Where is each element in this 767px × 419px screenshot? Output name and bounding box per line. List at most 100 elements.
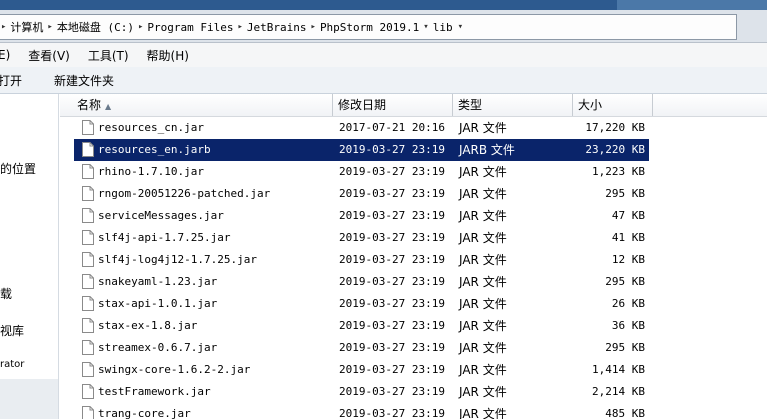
file-date: 2019-03-27 23:19 <box>339 187 445 200</box>
file-icon <box>82 252 94 267</box>
file-row[interactable]: rngom-20051226-patched.jar 2019-03-27 23:… <box>74 183 649 205</box>
file-type: JAR 文件 <box>459 275 507 289</box>
file-row[interactable]: streamex-0.6.7.jar 2019-03-27 23:19 JAR 文件… <box>74 337 649 359</box>
file-row[interactable]: stax-api-1.0.1.jar 2019-03-27 23:19 JAR 文件… <box>74 293 649 315</box>
breadcrumb-program-files[interactable]: Program Files <box>144 21 236 34</box>
file-row[interactable]: resources_cn.jar 2017-07-21 20:16 JAR 文件 17… <box>74 117 649 139</box>
file-size: 23,220 KB <box>585 143 645 156</box>
file-type: JAR 文件 <box>459 385 507 399</box>
chevron-right-icon[interactable]: ▸ <box>137 22 144 32</box>
file-icon <box>82 384 94 399</box>
menu-edit[interactable]: E) <box>0 47 12 63</box>
chevron-right-icon[interactable]: ▸ <box>236 22 243 32</box>
file-size: 2,214 KB <box>592 385 645 398</box>
chevron-right-icon[interactable]: ▸ <box>0 22 7 32</box>
nav-downloads[interactable]: 载 <box>0 285 12 302</box>
menu-view[interactable]: 查看(V) <box>26 46 72 65</box>
file-row[interactable]: slf4j-api-1.7.25.jar 2019-03-27 23:19 JAR … <box>74 227 649 249</box>
file-icon <box>82 274 94 289</box>
file-row[interactable]: resources_en.jarb 2019-03-27 23:19 JARB 文件… <box>74 139 649 161</box>
file-size: 36 KB <box>611 319 645 332</box>
file-name: resources_cn.jar <box>98 121 204 134</box>
file-icon <box>82 142 94 157</box>
breadcrumb-phpstorm[interactable]: PhpStorm 2019.1 <box>317 21 422 34</box>
column-header-type-label: 类型 <box>458 98 483 112</box>
file-name: trang-core.jar <box>98 407 191 419</box>
file-size: 17,220 KB <box>585 121 645 134</box>
file-date: 2019-03-27 23:19 <box>339 319 445 332</box>
file-size: 12 KB <box>611 253 645 266</box>
file-row[interactable]: serviceMessages.jar 2019-03-27 23:19 JAR 文… <box>74 205 649 227</box>
column-header-type[interactable]: 类型 <box>453 94 573 116</box>
file-type: JAR 文件 <box>459 209 507 223</box>
column-header-date[interactable]: 修改日期 <box>333 94 453 116</box>
file-icon <box>82 362 94 377</box>
file-type: JAR 文件 <box>459 363 507 377</box>
chevron-right-icon[interactable]: ▸ <box>310 22 317 32</box>
column-header-row: 名称 ▲ 修改日期 类型 大小 <box>60 94 767 117</box>
nav-bottom-block <box>0 379 58 419</box>
file-row[interactable]: testFramework.jar 2019-03-27 23:19 JAR 文件 2… <box>74 381 649 403</box>
file-name: streamex-0.6.7.jar <box>98 341 218 354</box>
file-date: 2019-03-27 23:19 <box>339 385 445 398</box>
file-name: slf4j-api-1.7.25.jar <box>98 231 231 244</box>
file-type: JAR 文件 <box>459 187 507 201</box>
file-icon <box>82 318 94 333</box>
file-type: JAR 文件 <box>459 297 507 311</box>
file-type: JAR 文件 <box>459 231 507 245</box>
breadcrumb-local-disk[interactable]: 本地磁盘 (C:) <box>54 19 137 35</box>
file-type: JAR 文件 <box>459 319 507 333</box>
chevron-down-icon[interactable]: ▾ <box>456 22 465 32</box>
file-name: snakeyaml-1.23.jar <box>98 275 218 288</box>
file-size: 485 KB <box>605 407 645 419</box>
file-type: JARB 文件 <box>459 143 515 157</box>
file-row[interactable]: stax-ex-1.8.jar 2019-03-27 23:19 JAR 文件 36 … <box>74 315 649 337</box>
file-date: 2017-07-21 20:16 <box>339 121 445 134</box>
file-row[interactable]: trang-core.jar 2019-03-27 23:19 JAR 文件 485 … <box>74 403 649 419</box>
command-toolbar: 打开 新建文件夹 <box>0 67 767 94</box>
column-header-name-label: 名称 <box>77 98 102 112</box>
file-size: 295 KB <box>605 187 645 200</box>
sort-ascending-icon: ▲ <box>105 102 112 111</box>
file-type: JAR 文件 <box>459 253 507 267</box>
file-row[interactable]: snakeyaml-1.23.jar 2019-03-27 23:19 JAR 文件… <box>74 271 649 293</box>
file-icon <box>82 120 94 135</box>
file-type: JAR 文件 <box>459 121 507 135</box>
title-strip-right <box>617 0 767 10</box>
chevron-down-icon[interactable]: ▾ <box>422 22 429 32</box>
new-folder-button[interactable]: 新建文件夹 <box>50 72 118 89</box>
file-size: 26 KB <box>611 297 645 310</box>
nav-libraries[interactable]: 视库 <box>0 322 24 339</box>
breadcrumb-lib[interactable]: lib <box>430 21 456 34</box>
file-icon <box>82 340 94 355</box>
breadcrumb-computer[interactable]: 计算机 <box>7 19 46 35</box>
file-type: JAR 文件 <box>459 407 507 419</box>
nav-recent-places[interactable]: 的位置 <box>0 160 36 177</box>
file-row[interactable]: rhino-1.7.10.jar 2019-03-27 23:19 JAR 文件 1,… <box>74 161 649 183</box>
file-size: 1,223 KB <box>592 165 645 178</box>
file-icon <box>82 230 94 245</box>
file-date: 2019-03-27 23:19 <box>339 341 445 354</box>
file-row[interactable]: slf4j-log4j12-1.7.25.jar 2019-03-27 23:19… <box>74 249 649 271</box>
file-name: testFramework.jar <box>98 385 211 398</box>
menu-bar: E) 查看(V) 工具(T) 帮助(H) <box>0 43 767 67</box>
chevron-right-icon[interactable]: ▸ <box>46 22 53 32</box>
column-header-name[interactable]: 名称 ▲ <box>72 94 333 116</box>
file-size: 295 KB <box>605 275 645 288</box>
breadcrumb-jetbrains[interactable]: JetBrains <box>244 21 310 34</box>
file-size: 41 KB <box>611 231 645 244</box>
menu-tools[interactable]: 工具(T) <box>86 46 131 65</box>
column-header-size[interactable]: 大小 <box>573 94 653 116</box>
column-header-size-label: 大小 <box>578 98 603 112</box>
open-button[interactable]: 打开 <box>0 72 26 89</box>
file-name: resources_en.jarb <box>98 143 211 156</box>
file-list: 名称 ▲ 修改日期 类型 大小 resources_cn.jar 2017-07-2… <box>60 94 767 419</box>
breadcrumb[interactable]: ▸ 计算机 ▸ 本地磁盘 (C:) ▸ Program Files ▸ JetB… <box>0 14 737 40</box>
nav-user[interactable]: rator <box>0 359 24 370</box>
menu-help[interactable]: 帮助(H) <box>145 46 191 65</box>
file-size: 295 KB <box>605 341 645 354</box>
file-icon <box>82 406 94 419</box>
file-date: 2019-03-27 23:19 <box>339 165 445 178</box>
file-row[interactable]: swingx-core-1.6.2-2.jar 2019-03-27 23:19 J… <box>74 359 649 381</box>
window-title-strip <box>0 0 767 10</box>
